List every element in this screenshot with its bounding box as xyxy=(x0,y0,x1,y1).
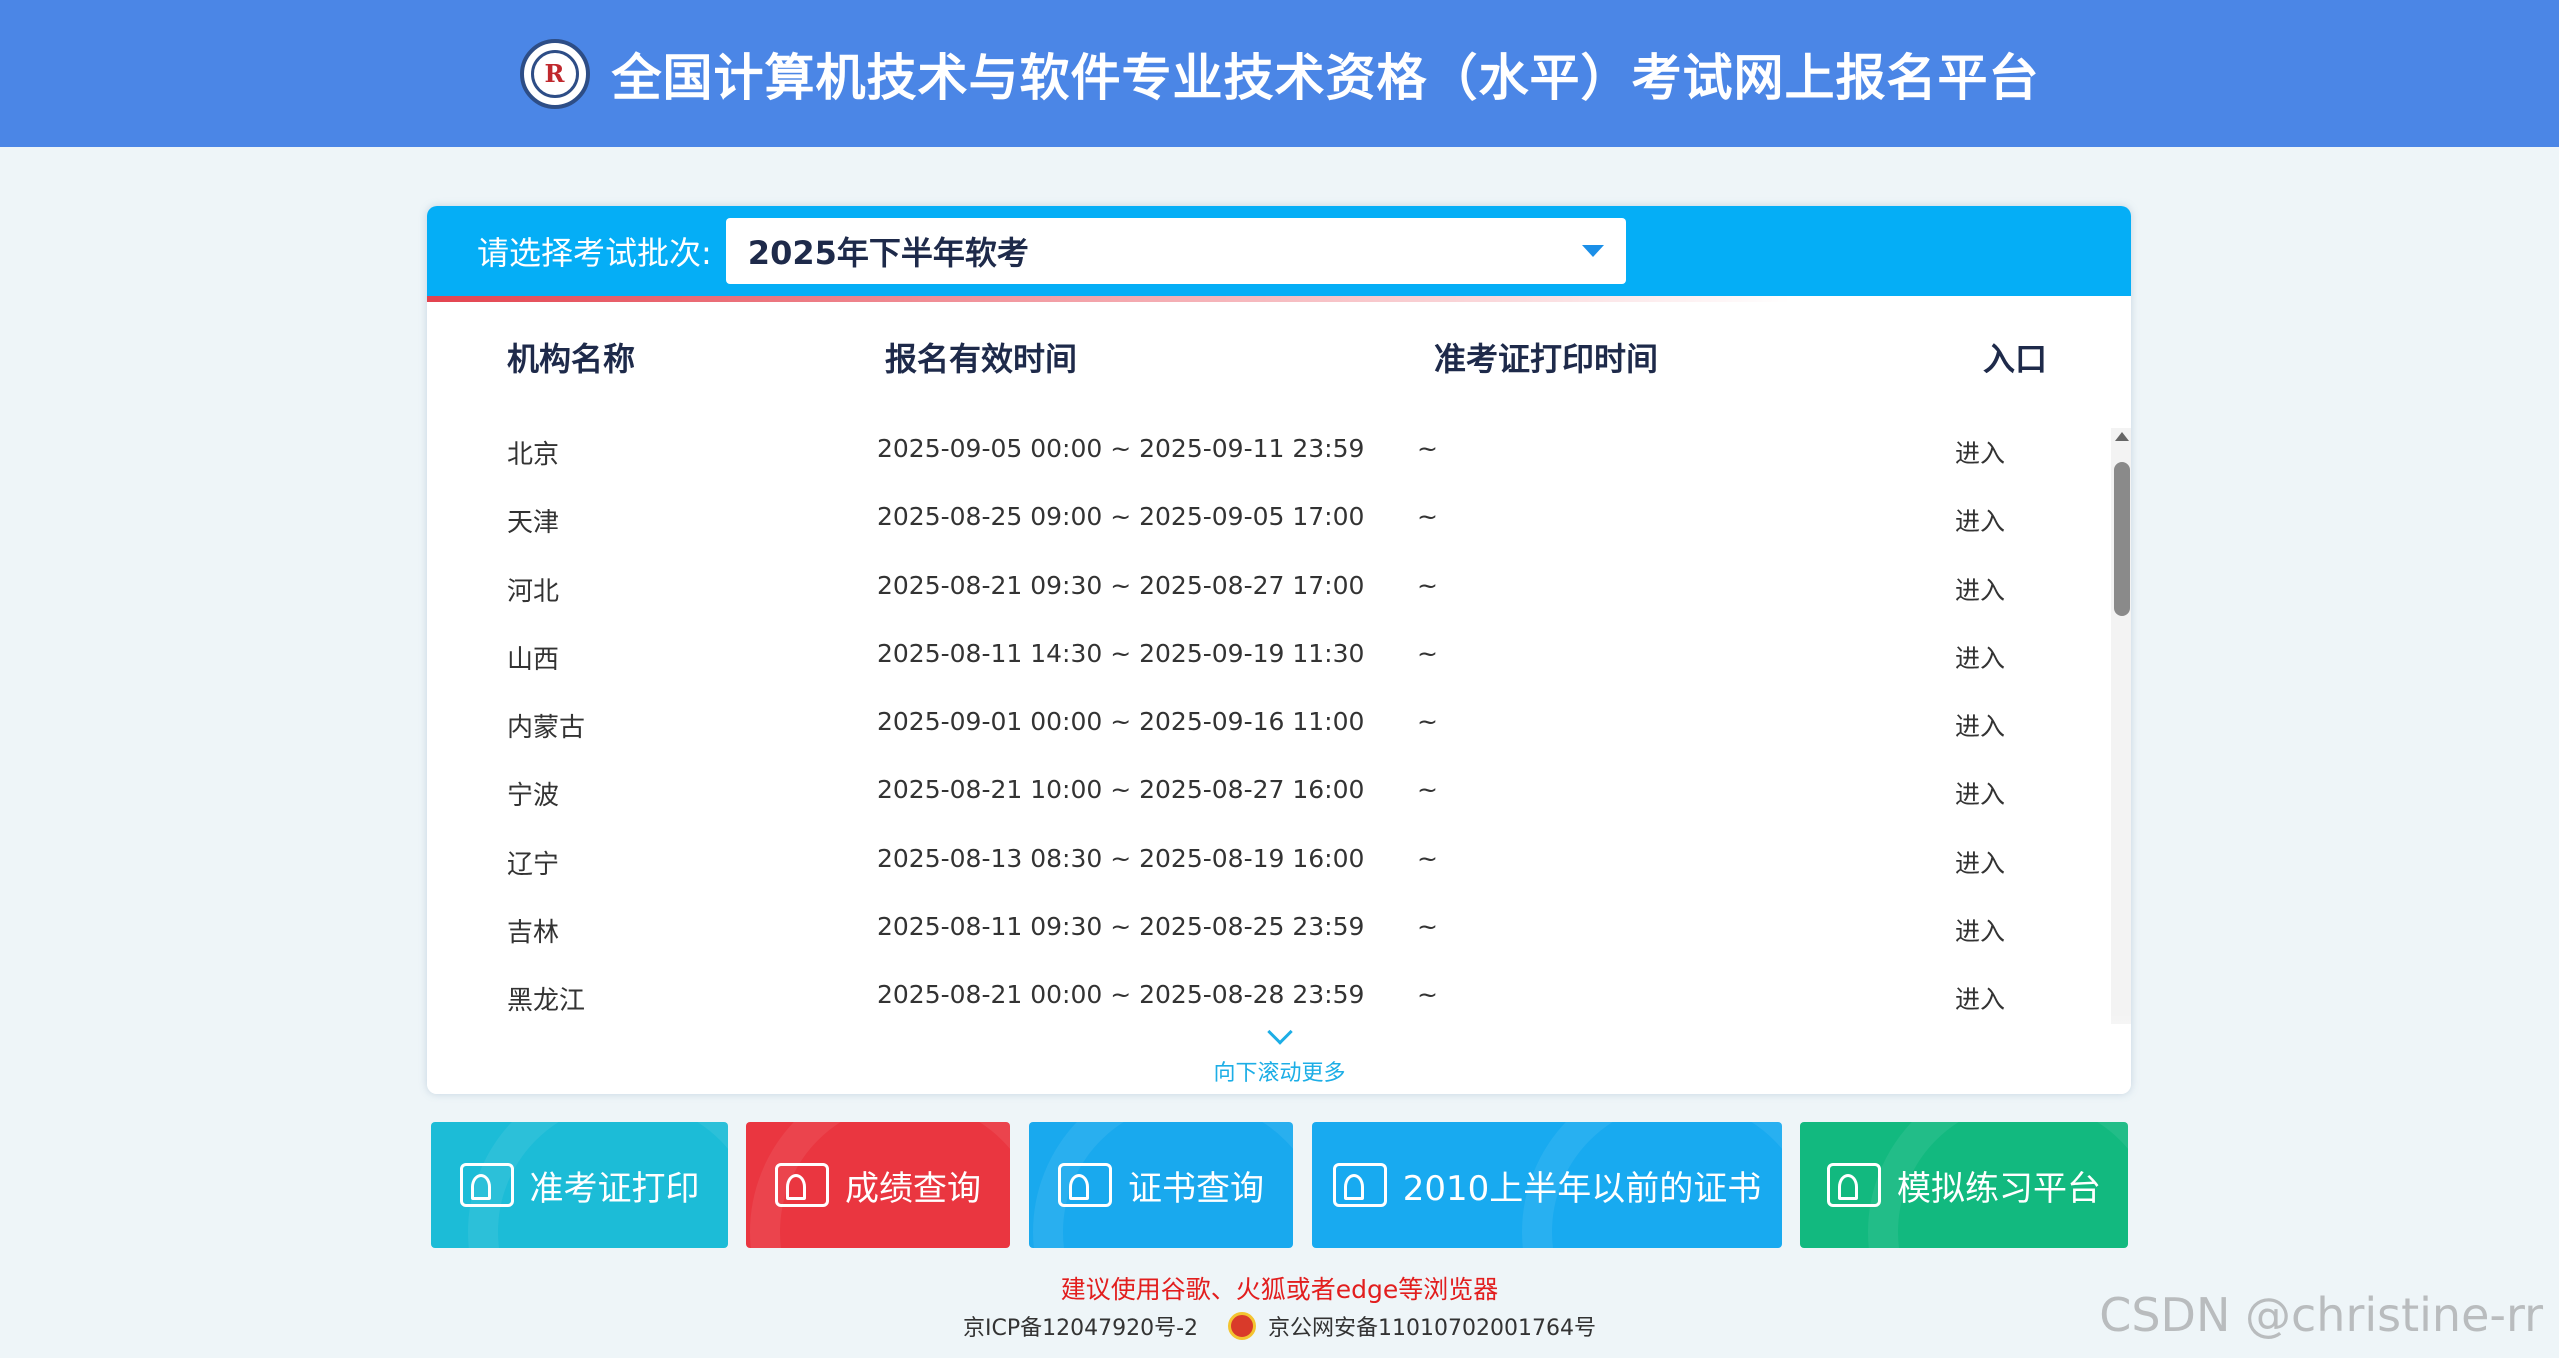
print-time: ~ xyxy=(1417,638,1438,668)
registration-time: 2025-08-25 09:00 ~ 2025-09-05 17:00 xyxy=(877,502,1365,532)
institution-name: 内蒙古 xyxy=(507,713,586,744)
table-row: 天津 2025-08-25 09:00 ~ 2025-09-05 17:00 ~… xyxy=(427,502,2131,570)
registration-time: 2025-08-13 08:30 ~ 2025-08-19 16:00 xyxy=(877,843,1365,873)
table-row: 辽宁 2025-08-13 08:30 ~ 2025-08-19 16:00 ~… xyxy=(427,844,2131,912)
batch-selector-bar: 请选择考试批次: 2025年下半年软考 xyxy=(427,206,2131,302)
table-row: 内蒙古 2025-09-01 00:00 ~ 2025-09-16 11:00 … xyxy=(427,707,2131,775)
site-header: R 全国计算机技术与软件专业技术资格（水平）考试网上报名平台 xyxy=(0,0,2559,147)
watermark: CSDN @christine-rr xyxy=(2099,1288,2543,1342)
site-logo-icon: R xyxy=(519,38,590,109)
institution-name: 山西 xyxy=(507,644,560,675)
institution-name: 天津 xyxy=(507,508,560,539)
entry-link[interactable]: 进入 xyxy=(1955,639,2005,675)
print-time: ~ xyxy=(1417,775,1438,805)
registration-time: 2025-09-05 00:00 ~ 2025-09-11 23:59 xyxy=(877,434,1365,463)
print-time: ~ xyxy=(1417,502,1438,532)
registration-time: 2025-08-11 14:30 ~ 2025-09-19 11:30 xyxy=(877,638,1365,668)
icp-link[interactable]: 京ICP备12047920号-2 xyxy=(963,1310,1198,1342)
registration-time: 2025-08-11 09:30 ~ 2025-08-25 23:59 xyxy=(877,912,1365,942)
score-query-button[interactable]: 成绩查询 xyxy=(746,1122,1010,1248)
batch-select[interactable]: 2025年下半年软考 xyxy=(725,218,1626,284)
column-header-print-time: 准考证打印时间 xyxy=(1434,340,1659,378)
entry-link[interactable]: 进入 xyxy=(1955,844,2005,880)
chevron-down-icon xyxy=(1266,1019,1293,1045)
table-row: 山西 2025-08-11 14:30 ~ 2025-09-19 11:30 ~… xyxy=(427,639,2131,707)
institution-name: 吉林 xyxy=(507,918,560,949)
registration-time: 2025-08-21 00:00 ~ 2025-08-28 23:59 xyxy=(877,980,1365,1010)
table-body: 北京 2025-09-05 00:00 ~ 2025-09-11 23:59 ~… xyxy=(427,434,2131,1049)
entry-link[interactable]: 进入 xyxy=(1955,912,2005,948)
table-row: 宁波 2025-08-21 10:00 ~ 2025-08-27 16:00 ~… xyxy=(427,775,2131,843)
print-time: ~ xyxy=(1417,707,1438,737)
certificate-query-button[interactable]: 证书查询 xyxy=(1029,1122,1293,1248)
entry-link[interactable]: 进入 xyxy=(1955,571,2005,607)
table-row: 北京 2025-09-05 00:00 ~ 2025-09-11 23:59 ~… xyxy=(427,434,2131,502)
print-time: ~ xyxy=(1417,980,1438,1010)
old-certificate-button[interactable]: 2010上半年以前的证书 xyxy=(1312,1122,1782,1248)
entry-link[interactable]: 进入 xyxy=(1955,707,2005,743)
old-certificate-label: 2010上半年以前的证书 xyxy=(1402,1168,1762,1209)
entry-link[interactable]: 进入 xyxy=(1955,775,2005,811)
score-query-label: 成绩查询 xyxy=(845,1168,981,1209)
edit-font-icon xyxy=(1827,1163,1881,1207)
institution-name: 宁波 xyxy=(507,781,560,812)
caret-down-icon[interactable] xyxy=(1581,245,1604,257)
table-row: 河北 2025-08-21 09:30 ~ 2025-08-27 17:00 ~… xyxy=(427,571,2131,639)
institution-name: 辽宁 xyxy=(507,849,560,880)
print-time: ~ xyxy=(1417,843,1438,873)
police-badge-icon xyxy=(1228,1312,1257,1340)
batch-selected-value: 2025年下半年软考 xyxy=(747,234,1029,272)
print-time: ~ xyxy=(1417,434,1438,463)
table-scrollbar[interactable] xyxy=(2111,428,2131,1024)
batch-label: 请选择考试批次: xyxy=(477,234,712,272)
certificate-query-label: 证书查询 xyxy=(1128,1168,1264,1209)
entry-link[interactable]: 进入 xyxy=(1955,980,2005,1016)
practice-platform-button[interactable]: 模拟练习平台 xyxy=(1800,1122,2128,1248)
entry-link[interactable]: 进入 xyxy=(1955,502,2005,538)
registration-time: 2025-08-21 10:00 ~ 2025-08-27 16:00 xyxy=(877,775,1365,805)
admission-print-button[interactable]: 准考证打印 xyxy=(431,1122,728,1248)
id-card-icon xyxy=(459,1163,514,1207)
admission-print-label: 准考证打印 xyxy=(529,1168,700,1209)
document-search-icon xyxy=(775,1163,829,1207)
institution-name: 河北 xyxy=(507,576,560,607)
institution-name: 黑龙江 xyxy=(507,986,586,1017)
scroll-more-hint[interactable]: 向下滚动更多 xyxy=(0,1019,2559,1087)
certificate-search-icon xyxy=(1332,1163,1387,1207)
scrollbar-thumb[interactable] xyxy=(2114,462,2130,616)
practice-platform-label: 模拟练习平台 xyxy=(1897,1168,2101,1209)
registration-time: 2025-08-21 09:30 ~ 2025-08-27 17:00 xyxy=(877,570,1365,600)
registration-time: 2025-09-01 00:00 ~ 2025-09-16 11:00 xyxy=(877,707,1365,737)
institution-name: 北京 xyxy=(507,440,560,470)
table-header: 机构名称 报名有效时间 准考证打印时间 入口 xyxy=(427,334,2131,394)
entry-link[interactable]: 进入 xyxy=(1955,434,2005,470)
certificate-search-icon xyxy=(1058,1163,1112,1207)
column-header-registration-time: 报名有效时间 xyxy=(885,340,1078,378)
page-title: 全国计算机技术与软件专业技术资格（水平）考试网上报名平台 xyxy=(611,48,2040,107)
column-header-entry: 入口 xyxy=(1983,340,2048,378)
scroll-more-label: 向下滚动更多 xyxy=(1213,1061,1346,1086)
print-time: ~ xyxy=(1417,912,1438,942)
scroll-up-icon[interactable] xyxy=(2115,432,2129,441)
table-row: 吉林 2025-08-11 09:30 ~ 2025-08-25 23:59 ~… xyxy=(427,912,2131,980)
column-header-institution: 机构名称 xyxy=(507,340,636,378)
exam-panel: 请选择考试批次: 2025年下半年软考 机构名称 报名有效时间 准考证打印时间 … xyxy=(427,206,2131,1094)
police-record-link[interactable]: 京公网安备11010702001764号 xyxy=(1268,1310,1596,1342)
print-time: ~ xyxy=(1417,570,1438,600)
